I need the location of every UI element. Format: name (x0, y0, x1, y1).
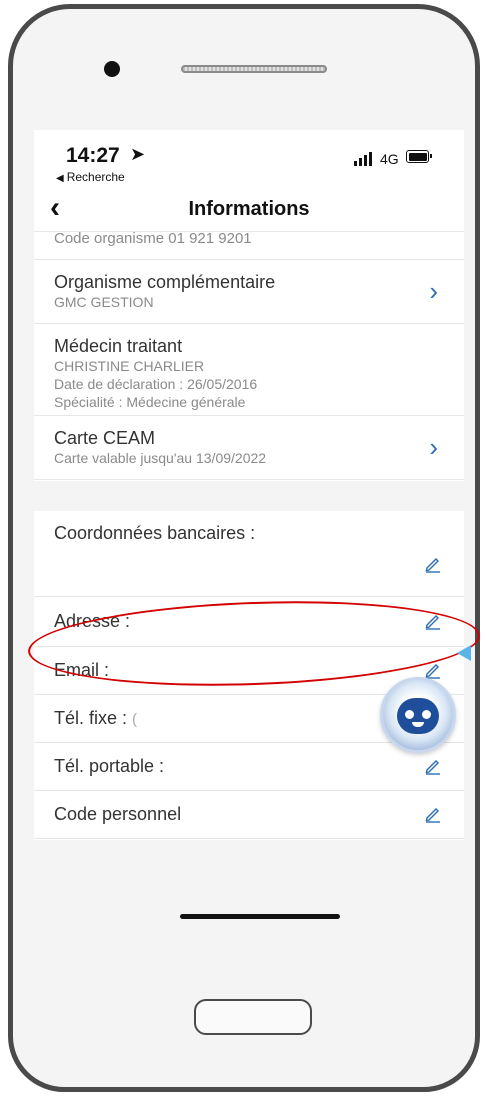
tel-fixe-value: ( (132, 711, 138, 728)
chevron-right-icon: › (429, 276, 438, 306)
robot-assistant-icon[interactable] (380, 677, 456, 753)
code-personnel-label: Code personnel (54, 804, 182, 824)
app-screen: 14:27 ➤ ◀ Recherche 4G ‹ Informations Cod… (34, 130, 464, 966)
back-app-label: Recherche (66, 170, 125, 184)
tel-fixe-text: Tél. fixe : (54, 708, 128, 728)
status-bar: 14:27 ➤ ◀ Recherche 4G (34, 130, 464, 186)
pointer-triangle-icon (457, 645, 471, 661)
carte-ceam-row[interactable]: Carte CEAM Carte valable jusqu'au 13/09/… (34, 416, 464, 480)
organisme-sub: GMC GESTION (54, 294, 154, 310)
coordonnees-label: Coordonnées bancaires : (54, 523, 256, 543)
coordonnees-bancaires-row: Coordonnées bancaires : (34, 511, 464, 597)
pencil-icon[interactable] (424, 805, 442, 823)
location-arrow-icon: ➤ (130, 144, 146, 164)
battery-icon (406, 150, 432, 163)
ceam-title: Carte CEAM (54, 428, 156, 448)
pencil-icon[interactable] (424, 555, 442, 573)
home-button[interactable] (194, 999, 312, 1035)
navigation-bar: ‹ Informations (34, 188, 464, 232)
medecin-title: Médecin traitant (54, 336, 183, 356)
chevron-right-icon: › (429, 432, 438, 462)
organisme-title: Organisme complémentaire (54, 272, 276, 292)
back-to-app-link[interactable]: ◀ Recherche (56, 170, 128, 184)
medecin-specialite: Spécialité : Médecine générale (54, 394, 246, 410)
medecin-date: Date de déclaration : 26/05/2016 (54, 376, 258, 392)
code-organisme-text: Code organisme 01 921 9201 (54, 230, 252, 247)
status-time: 14:27 (66, 144, 120, 167)
robot-eye-right (422, 710, 431, 719)
robot-mouth (412, 722, 424, 727)
page-title: Informations (188, 198, 310, 220)
medecin-name: CHRISTINE CHARLIER (54, 358, 205, 374)
bottom-area (34, 840, 464, 966)
network-type: 4G (380, 151, 399, 167)
pencil-icon[interactable] (424, 757, 442, 775)
ceam-sub: Carte valable jusqu'au 13/09/2022 (54, 450, 267, 466)
tel-portable-label: Tél. portable : (54, 756, 165, 776)
back-triangle-icon: ◀ (56, 173, 64, 184)
section-gap (34, 481, 464, 511)
robot-face (397, 698, 439, 734)
signal-icon (354, 152, 374, 166)
code-personnel-row: Code personnel (34, 791, 464, 839)
robot-eye-left (405, 710, 414, 719)
tel-portable-row: Tél. portable : (34, 743, 464, 791)
speaker-grille (181, 65, 327, 73)
camera-icon (104, 61, 120, 77)
code-organisme-row: Code organisme 01 921 9201 (34, 230, 464, 260)
home-indicator (180, 914, 340, 919)
organisme-complementaire-row[interactable]: Organisme complémentaire GMC GESTION › (34, 260, 464, 324)
medecin-traitant-row: Médecin traitant CHRISTINE CHARLIER Date… (34, 324, 464, 416)
